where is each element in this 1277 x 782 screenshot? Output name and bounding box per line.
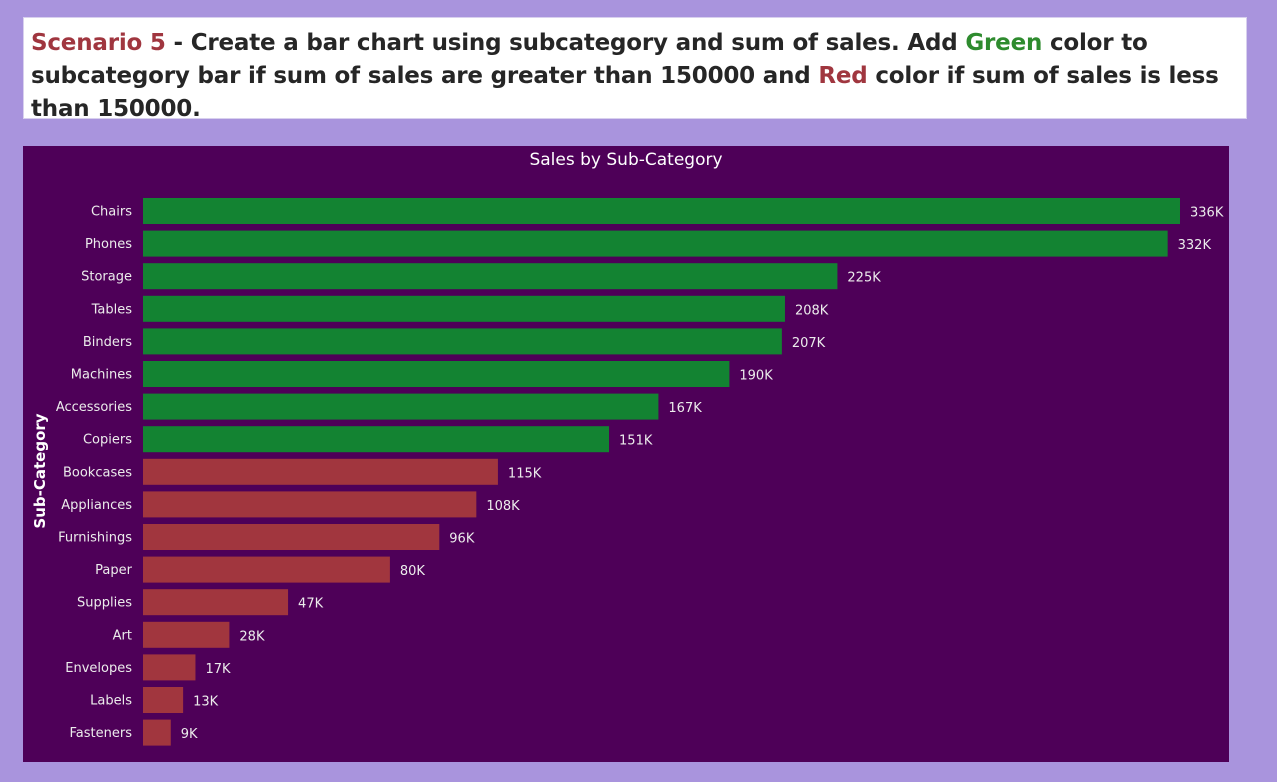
data-label-labels: 13K bbox=[193, 695, 219, 710]
bar-chart-plot: Chairs 336K Phones 332K Storage 225K Tables 208… bbox=[56, 198, 1224, 746]
category-label-machines: Machines bbox=[71, 368, 132, 383]
category-label-phones: Phones bbox=[85, 237, 132, 252]
bar-phones[interactable] bbox=[143, 230, 1168, 257]
bar-appliances[interactable] bbox=[143, 491, 477, 518]
data-label-art: 28K bbox=[239, 629, 265, 644]
category-label-art: Art bbox=[113, 628, 132, 643]
bar-fasteners[interactable] bbox=[143, 719, 171, 746]
bar-labels[interactable] bbox=[143, 687, 184, 713]
data-label-appliances: 108K bbox=[486, 499, 520, 514]
data-label-accessories: 167K bbox=[668, 401, 702, 416]
bar-chairs[interactable] bbox=[143, 198, 1180, 224]
category-label-furnishings: Furnishings bbox=[58, 531, 132, 546]
scenario-description: Scenario 5 - Create a bar chart using su… bbox=[31, 27, 1231, 126]
bar-paper[interactable] bbox=[143, 556, 390, 583]
bar-envelopes[interactable] bbox=[143, 654, 196, 681]
category-label-supplies: Supplies bbox=[77, 596, 132, 611]
data-label-envelopes: 17K bbox=[205, 662, 231, 677]
data-label-storage: 225K bbox=[847, 271, 881, 286]
scenario-number: Scenario 5 bbox=[31, 30, 166, 56]
bar-machines[interactable] bbox=[143, 361, 730, 387]
category-label-copiers: Copiers bbox=[83, 433, 132, 448]
chart-panel[interactable]: Sales by Sub-Category Sub-Category Chair… bbox=[23, 146, 1229, 762]
bar-furnishings[interactable] bbox=[143, 524, 440, 550]
category-label-appliances: Appliances bbox=[61, 498, 132, 513]
bar-art[interactable] bbox=[143, 621, 230, 648]
category-label-bookcases: Bookcases bbox=[63, 465, 132, 480]
bar-supplies[interactable] bbox=[143, 589, 289, 616]
data-label-supplies: 47K bbox=[298, 597, 324, 612]
description-part-1: - Create a bar chart using subcategory a… bbox=[165, 30, 966, 56]
category-label-tables: Tables bbox=[91, 302, 133, 317]
bar-tables[interactable] bbox=[143, 295, 785, 322]
bar-binders[interactable] bbox=[143, 328, 782, 355]
data-label-fasteners: 9K bbox=[181, 727, 198, 742]
data-label-furnishings: 96K bbox=[449, 532, 475, 547]
green-word: Green bbox=[965, 30, 1043, 56]
category-label-fasteners: Fasteners bbox=[70, 726, 133, 741]
category-label-paper: Paper bbox=[95, 563, 132, 578]
data-label-tables: 208K bbox=[795, 303, 829, 318]
category-label-storage: Storage bbox=[81, 270, 132, 285]
category-label-binders: Binders bbox=[83, 335, 132, 350]
data-label-chairs: 336K bbox=[1190, 206, 1224, 221]
data-label-binders: 207K bbox=[792, 336, 826, 351]
data-label-copiers: 151K bbox=[619, 434, 653, 449]
bar-accessories[interactable] bbox=[143, 393, 659, 420]
data-label-machines: 190K bbox=[739, 369, 773, 384]
category-label-envelopes: Envelopes bbox=[65, 661, 132, 676]
data-label-paper: 80K bbox=[400, 564, 426, 579]
red-word: Red bbox=[818, 63, 868, 89]
category-label-labels: Labels bbox=[90, 694, 132, 709]
data-label-phones: 332K bbox=[1178, 238, 1212, 253]
data-label-bookcases: 115K bbox=[508, 466, 542, 481]
bar-copiers[interactable] bbox=[143, 426, 610, 453]
category-label-chairs: Chairs bbox=[91, 205, 132, 220]
scenario-header: Scenario 5 - Create a bar chart using su… bbox=[23, 17, 1247, 122]
category-label-accessories: Accessories bbox=[56, 400, 132, 415]
bar-bookcases[interactable] bbox=[143, 458, 498, 485]
bar-storage[interactable] bbox=[143, 263, 838, 290]
